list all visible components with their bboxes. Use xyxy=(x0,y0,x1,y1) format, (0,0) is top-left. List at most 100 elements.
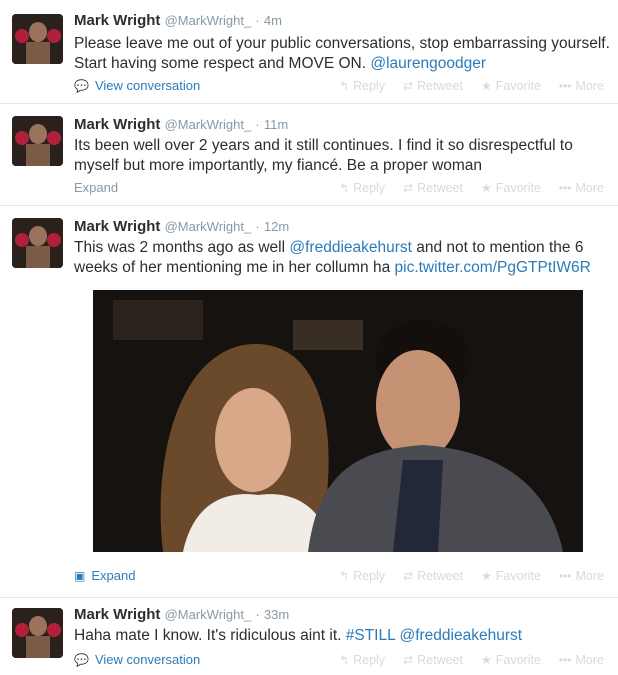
tweet-header: Mark Wright @MarkWright_ · 12m xyxy=(74,218,289,235)
tweet[interactable]: Mark Wright @MarkWright_ · 4m Please lea… xyxy=(0,0,618,104)
retweet-label: Retweet xyxy=(417,653,463,667)
reply-button[interactable]: ↰ Reply xyxy=(339,181,385,195)
favorite-label: Favorite xyxy=(495,653,541,667)
favorite-label: Favorite xyxy=(495,569,541,583)
favorite-button[interactable]: ★ Favorite xyxy=(481,181,541,195)
tweet[interactable]: Mark Wright @MarkWright_ · 11m Its been … xyxy=(0,104,618,206)
author-name[interactable]: Mark Wright xyxy=(74,606,160,623)
tweet-header: Mark Wright @MarkWright_ · 11m xyxy=(74,116,288,133)
expand-media-link[interactable]: ▣ Expand xyxy=(74,568,135,583)
expand-link[interactable]: Expand xyxy=(74,180,118,195)
star-icon: ★ xyxy=(480,79,492,93)
avatar[interactable] xyxy=(12,14,63,64)
timestamp[interactable]: 4m xyxy=(264,13,282,28)
author-name[interactable]: Mark Wright xyxy=(74,116,160,133)
reply-button[interactable]: ↰ Reply xyxy=(339,653,385,667)
mention-link[interactable]: @laurengoodger xyxy=(370,55,486,72)
more-dots-icon: ••• xyxy=(558,79,572,93)
reply-label: Reply xyxy=(353,181,386,195)
separator: · xyxy=(255,607,260,622)
tweet-actions: ↰ Reply ⇄ Retweet ★ Favorite ••• More xyxy=(339,653,604,667)
expand-label: Expand xyxy=(91,568,136,583)
separator: · xyxy=(255,219,260,234)
reply-icon: ↰ xyxy=(339,653,350,667)
author-name[interactable]: Mark Wright xyxy=(74,218,160,235)
avatar[interactable] xyxy=(12,608,63,658)
retweet-button[interactable]: ⇄ Retweet xyxy=(403,181,463,195)
avatar[interactable] xyxy=(12,116,63,166)
tweet-actions: ↰ Reply ⇄ Retweet ★ Favorite ••• More xyxy=(339,79,604,93)
tweet-text-part: This was 2 months ago as well xyxy=(74,239,290,256)
author-name[interactable]: Mark Wright xyxy=(74,12,160,29)
reply-icon: ↰ xyxy=(339,569,350,583)
timestamp[interactable]: 12m xyxy=(264,219,289,234)
favorite-label: Favorite xyxy=(495,181,541,195)
retweet-icon: ⇄ xyxy=(403,569,414,583)
favorite-button[interactable]: ★ Favorite xyxy=(481,653,541,667)
view-conversation-link[interactable]: 💬 View conversation xyxy=(74,78,200,93)
retweet-icon: ⇄ xyxy=(403,79,414,93)
retweet-label: Retweet xyxy=(417,79,463,93)
star-icon: ★ xyxy=(480,653,492,667)
reply-button[interactable]: ↰ Reply xyxy=(339,79,385,93)
more-dots-icon: ••• xyxy=(558,653,572,667)
view-conversation-label: View conversation xyxy=(94,78,201,93)
reply-label: Reply xyxy=(353,79,386,93)
retweet-button[interactable]: ⇄ Retweet xyxy=(403,569,463,583)
speech-bubble-icon: 💬 xyxy=(74,652,89,667)
separator: · xyxy=(255,13,260,28)
retweet-button[interactable]: ⇄ Retweet xyxy=(403,79,463,93)
timestamp[interactable]: 11m xyxy=(264,117,288,132)
favorite-button[interactable]: ★ Favorite xyxy=(481,569,541,583)
tweet-text-part: Please leave me out of your public conve… xyxy=(74,35,610,72)
reply-icon: ↰ xyxy=(339,79,350,93)
retweet-icon: ⇄ xyxy=(403,181,414,195)
author-handle[interactable]: @MarkWright_ xyxy=(165,13,252,28)
tweet-actions: ↰ Reply ⇄ Retweet ★ Favorite ••• More xyxy=(339,569,604,583)
more-button[interactable]: ••• More xyxy=(559,79,604,93)
favorite-label: Favorite xyxy=(495,79,541,93)
more-dots-icon: ••• xyxy=(558,569,572,583)
timestamp[interactable]: 33m xyxy=(264,607,289,622)
tweet-header: Mark Wright @MarkWright_ · 33m xyxy=(74,606,289,623)
more-button[interactable]: ••• More xyxy=(559,181,604,195)
retweet-label: Retweet xyxy=(417,569,463,583)
more-label: More xyxy=(575,79,604,93)
more-label: More xyxy=(575,569,604,583)
speech-bubble-icon: 💬 xyxy=(74,78,89,93)
more-button[interactable]: ••• More xyxy=(559,653,604,667)
tweet-photo[interactable] xyxy=(93,290,583,552)
hashtag-link[interactable]: #STILL xyxy=(346,627,395,644)
view-conversation-link[interactable]: 💬 View conversation xyxy=(74,652,200,667)
reply-label: Reply xyxy=(353,653,386,667)
avatar[interactable] xyxy=(12,218,63,268)
retweet-label: Retweet xyxy=(417,181,463,195)
more-dots-icon: ••• xyxy=(558,181,572,195)
tweet-feed: Mark Wright @MarkWright_ · 4m Please lea… xyxy=(0,0,618,675)
star-icon: ★ xyxy=(480,569,492,583)
retweet-button[interactable]: ⇄ Retweet xyxy=(403,653,463,667)
more-button[interactable]: ••• More xyxy=(559,569,604,583)
mention-link[interactable]: @freddieakehurst xyxy=(289,239,412,256)
tweet-text: This was 2 months ago as well @freddieak… xyxy=(74,238,614,278)
tweet-text: Haha mate I know. It's ridiculous aint i… xyxy=(74,626,614,646)
view-conversation-label: View conversation xyxy=(94,652,201,667)
tweet-text-part: Haha mate I know. It's ridiculous aint i… xyxy=(74,627,346,644)
author-handle[interactable]: @MarkWright_ xyxy=(165,219,252,234)
author-handle[interactable]: @MarkWright_ xyxy=(165,117,252,132)
separator: · xyxy=(255,117,260,132)
more-label: More xyxy=(575,653,604,667)
mention-link[interactable]: @freddieakehurst xyxy=(399,627,522,644)
tweet-header: Mark Wright @MarkWright_ · 4m xyxy=(74,12,282,29)
pic-link[interactable]: pic.twitter.com/PgGTPtIW6R xyxy=(395,259,591,276)
tweet-actions: ↰ Reply ⇄ Retweet ★ Favorite ••• More xyxy=(339,181,604,195)
expand-label: Expand xyxy=(74,180,119,195)
retweet-icon: ⇄ xyxy=(403,653,414,667)
media-expand-icon: ▣ xyxy=(74,568,86,583)
favorite-button[interactable]: ★ Favorite xyxy=(481,79,541,93)
reply-button[interactable]: ↰ Reply xyxy=(339,569,385,583)
star-icon: ★ xyxy=(480,181,492,195)
tweet-text: Please leave me out of your public conve… xyxy=(74,34,614,74)
tweet[interactable]: Mark Wright @MarkWright_ · 33m Haha mate… xyxy=(0,598,618,675)
author-handle[interactable]: @MarkWright_ xyxy=(165,607,252,622)
